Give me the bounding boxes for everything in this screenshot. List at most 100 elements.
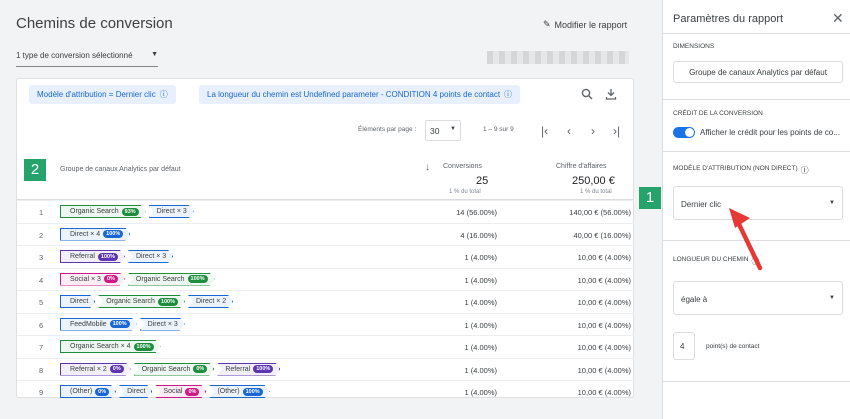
paths-table-card: Modèle d'attribution = Dernier clic ⓘ La… xyxy=(16,78,634,398)
row-number: 5 xyxy=(39,298,44,307)
path-step: (Other) 100% xyxy=(209,385,269,398)
download-icon[interactable] xyxy=(605,88,617,103)
row-revenue: 10,00 € (4.00%) xyxy=(577,388,631,397)
conversion-path: FeedMobile 100% Direct × 3 xyxy=(60,318,188,331)
step-label: Referral xyxy=(70,253,95,260)
attribution-model-label-row: MODÈLE D'ATTRIBUTION (NON DIRECT) ⓘ xyxy=(673,165,809,176)
close-icon[interactable]: ✕ xyxy=(832,10,844,27)
row-conversions: 1 (4.00%) xyxy=(464,343,497,352)
dimension-header[interactable]: Groupe de canaux Analytics par défaut xyxy=(60,166,181,173)
row-number: 1 xyxy=(39,208,44,217)
table-row: 2 Direct × 4 100% 4 (16.00%) 40,00 € (16.00%… xyxy=(17,222,634,246)
step-label: Organic Search × 4 xyxy=(70,343,131,350)
row-conversions: 1 (4.00%) xyxy=(464,388,497,397)
edit-report-button[interactable]: ✎ Modifier le rapport xyxy=(543,19,627,30)
step-label: Direct × 2 xyxy=(196,298,227,305)
annotation-badge-1: 1 xyxy=(639,187,661,209)
divider xyxy=(663,33,850,34)
step-label: Social × 3 xyxy=(70,275,101,283)
panel-title: Paramètres du rapport xyxy=(673,13,784,25)
row-revenue: 10,00 € (4.00%) xyxy=(577,298,631,307)
row-revenue: 140,00 € (56.00%) xyxy=(569,208,631,217)
first-page-icon[interactable]: |‹ xyxy=(541,124,548,138)
chip-label: La longueur du chemin est Undefined para… xyxy=(207,90,501,99)
path-step: Direct xyxy=(60,295,95,308)
credit-badge: 0% xyxy=(185,388,199,396)
path-length-input[interactable]: 4 xyxy=(673,332,695,360)
credit-badge: 100% xyxy=(243,388,263,396)
caret-down-icon: ▼ xyxy=(829,295,835,301)
help-icon: ⓘ xyxy=(159,90,168,99)
page-range: 1 – 9 sur 9 xyxy=(483,126,514,133)
step-label: Organic Search xyxy=(70,208,119,215)
search-icon[interactable] xyxy=(581,88,593,103)
conversion-path: Social × 3 0% Organic Search 100% xyxy=(60,273,218,286)
row-number: 7 xyxy=(39,343,44,352)
row-conversions: 1 (4.00%) xyxy=(464,253,497,262)
path-step: Organic Search 100% xyxy=(128,273,215,286)
main-area: Chemins de conversion ✎ Modifier le rapp… xyxy=(0,0,662,419)
step-label: Direct × 4 xyxy=(70,230,101,238)
revenue-header[interactable]: Chiffre d'affaires xyxy=(556,163,607,170)
credit-label: CRÉDIT DE LA CONVERSION xyxy=(673,110,763,117)
credit-badge: 100% xyxy=(253,365,273,373)
row-number: 6 xyxy=(39,320,44,330)
total-conversions: 25 xyxy=(476,175,489,187)
row-conversions: 1 (4.00%) xyxy=(464,298,497,307)
conversion-type-select[interactable]: 1 type de conversion sélectionné ▼ xyxy=(16,51,158,67)
red-pointer-arrow xyxy=(729,208,763,271)
path-step: Referral 100% xyxy=(60,250,125,263)
table-row: 8 Referral × 2 0% Organic Search 0% Referral 1… xyxy=(17,357,634,381)
annotation-badge-2: 2 xyxy=(24,159,46,181)
row-number: 9 xyxy=(39,388,44,397)
sort-arrow-icon[interactable]: ↓ xyxy=(425,162,430,173)
next-page-icon[interactable]: › xyxy=(591,124,595,138)
path-step: Direct × 3 xyxy=(140,318,185,331)
path-step: Referral 100% xyxy=(217,363,280,376)
table-row: 9 (Other) 0% Direct Social 0% (Other) 100% 1 (4.… xyxy=(17,380,634,403)
last-page-icon[interactable]: ›| xyxy=(613,124,620,138)
divider xyxy=(663,381,850,382)
attribution-model-label: MODÈLE D'ATTRIBUTION (NON DIRECT) xyxy=(673,165,798,172)
conversions-header[interactable]: Conversions xyxy=(443,163,482,170)
attribution-filter-chip[interactable]: Modèle d'attribution = Dernier clic ⓘ xyxy=(29,85,176,104)
divider xyxy=(663,151,850,152)
path-step: Organic Search 100% xyxy=(98,295,185,308)
conversion-path: Referral × 2 0% Organic Search 0% Referral 10… xyxy=(60,363,283,376)
table-row: 4 Social × 3 0% Organic Search 100% 1 (4.00%)… xyxy=(17,267,634,291)
step-label: Direct × 3 xyxy=(135,253,167,260)
step-label: Organic Search xyxy=(141,365,191,373)
credit-badge: 100% xyxy=(103,230,123,238)
dimension-field[interactable]: Groupe de canaux Analytics par défaut xyxy=(673,61,843,83)
step-label: (Other) xyxy=(217,388,240,395)
path-length-unit: point(s) de contact xyxy=(706,343,760,350)
conversion-path: Direct × 4 100% xyxy=(60,228,133,241)
path-step: (Other) 0% xyxy=(60,385,116,398)
caret-down-icon: ▼ xyxy=(151,51,158,58)
divider xyxy=(663,99,850,100)
prev-page-icon[interactable]: ‹ xyxy=(567,124,571,138)
page-size-select[interactable]: 30 ▼ xyxy=(425,120,461,141)
row-conversions: 1 (4.00%) xyxy=(464,365,497,375)
step-label: Organic Search xyxy=(135,275,185,283)
path-length-operator-select[interactable]: égale à ▼ xyxy=(673,281,843,315)
page-title: Chemins de conversion xyxy=(16,15,173,32)
table-row: 5 Direct Organic Search 100% Direct × 2 1 (4.… xyxy=(17,290,634,313)
credit-badge: 0% xyxy=(110,365,124,373)
credit-badge: 100% xyxy=(110,320,130,328)
pencil-icon: ✎ xyxy=(543,19,551,29)
credit-badge: 0% xyxy=(193,365,207,373)
credit-badge: 0% xyxy=(104,275,118,283)
row-conversions: 1 (4.00%) xyxy=(464,320,497,330)
row-number: 8 xyxy=(39,365,44,375)
edit-report-label: Modifier le rapport xyxy=(554,19,628,30)
credit-toggle[interactable] xyxy=(673,127,695,138)
help-icon: ⓘ xyxy=(504,90,513,99)
row-revenue: 10,00 € (4.00%) xyxy=(577,365,631,375)
path-step: Organic Search × 4 100% xyxy=(60,340,161,353)
caret-down-icon: ▼ xyxy=(829,200,835,206)
path-step: Direct × 2 xyxy=(188,295,233,308)
conversion-path: Direct Organic Search 100% Direct × 2 xyxy=(60,295,236,308)
total-revenue: 250,00 € xyxy=(572,175,615,187)
path-length-filter-chip[interactable]: La longueur du chemin est Undefined para… xyxy=(199,85,521,104)
